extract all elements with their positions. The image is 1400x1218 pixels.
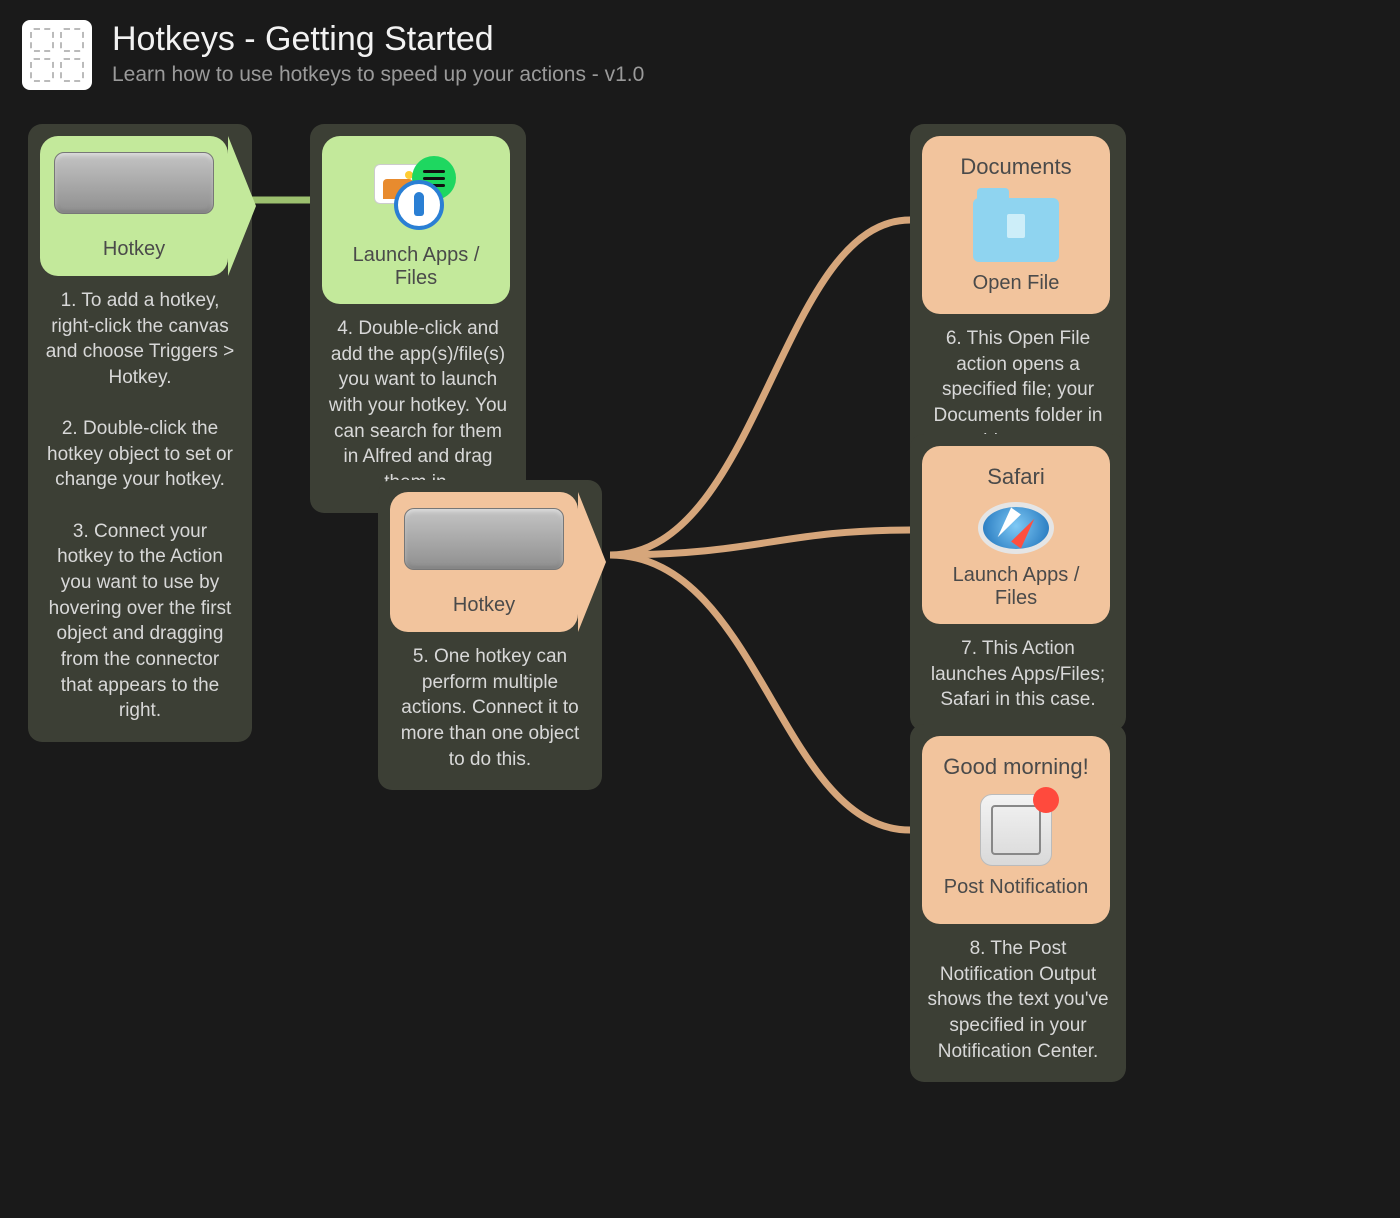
notification-icon bbox=[980, 794, 1052, 866]
node-launch-apps-1[interactable]: Launch Apps / Files 4. Double-click and … bbox=[310, 124, 526, 513]
workflow-header: Hotkeys - Getting Started Learn how to u… bbox=[0, 0, 1400, 90]
action-tile[interactable]: Safari Launch Apps / Files bbox=[922, 446, 1110, 624]
node-description: 8. The Post Notification Output shows th… bbox=[922, 936, 1114, 1070]
node-description: 5. One hotkey can perform multiple actio… bbox=[390, 644, 590, 778]
node-launch-apps-safari[interactable]: Safari Launch Apps / Files 7. This Actio… bbox=[910, 434, 1126, 731]
action-tile[interactable]: Good morning! Post Notification bbox=[922, 736, 1110, 924]
node-title: Good morning! bbox=[943, 754, 1089, 780]
workflow-canvas[interactable]: Hotkey 1. To add a hotkey, right-click t… bbox=[0, 110, 1400, 1218]
node-open-file-documents[interactable]: Documents Open File 6. This Open File ac… bbox=[910, 124, 1126, 472]
apps-icon bbox=[374, 152, 458, 234]
hotkey-tile[interactable]: Hotkey bbox=[40, 136, 228, 276]
workflow-icon bbox=[22, 20, 92, 90]
safari-icon bbox=[978, 502, 1054, 554]
hotkey-tile[interactable]: Hotkey bbox=[390, 492, 578, 632]
node-label: Post Notification bbox=[944, 876, 1089, 899]
node-post-notification[interactable]: Good morning! Post Notification 8. The P… bbox=[910, 724, 1126, 1082]
node-hotkey-trigger-1[interactable]: Hotkey 1. To add a hotkey, right-click t… bbox=[28, 124, 252, 742]
hotkey-input[interactable] bbox=[404, 508, 564, 570]
node-description: 7. This Action launches Apps/Files; Safa… bbox=[922, 636, 1114, 719]
node-label: Open File bbox=[973, 272, 1060, 295]
node-title: Safari bbox=[987, 464, 1044, 490]
node-title: Documents bbox=[960, 154, 1071, 180]
folder-icon bbox=[973, 198, 1059, 262]
action-tile[interactable]: Launch Apps / Files bbox=[322, 136, 510, 304]
hotkey-input[interactable] bbox=[54, 152, 214, 214]
workflow-title: Hotkeys - Getting Started bbox=[112, 20, 644, 59]
workflow-subtitle: Learn how to use hotkeys to speed up you… bbox=[112, 63, 644, 87]
action-tile[interactable]: Documents Open File bbox=[922, 136, 1110, 314]
node-label: Launch Apps / Files bbox=[336, 244, 496, 290]
node-hotkey-trigger-2[interactable]: Hotkey 5. One hotkey can perform multipl… bbox=[378, 480, 602, 790]
node-description: 4. Double-click and add the app(s)/file(… bbox=[322, 316, 514, 501]
node-label: Hotkey bbox=[103, 238, 165, 261]
node-label: Launch Apps / Files bbox=[936, 564, 1096, 610]
node-label: Hotkey bbox=[453, 594, 515, 617]
node-description: 1. To add a hotkey, right-click the canv… bbox=[40, 288, 240, 730]
